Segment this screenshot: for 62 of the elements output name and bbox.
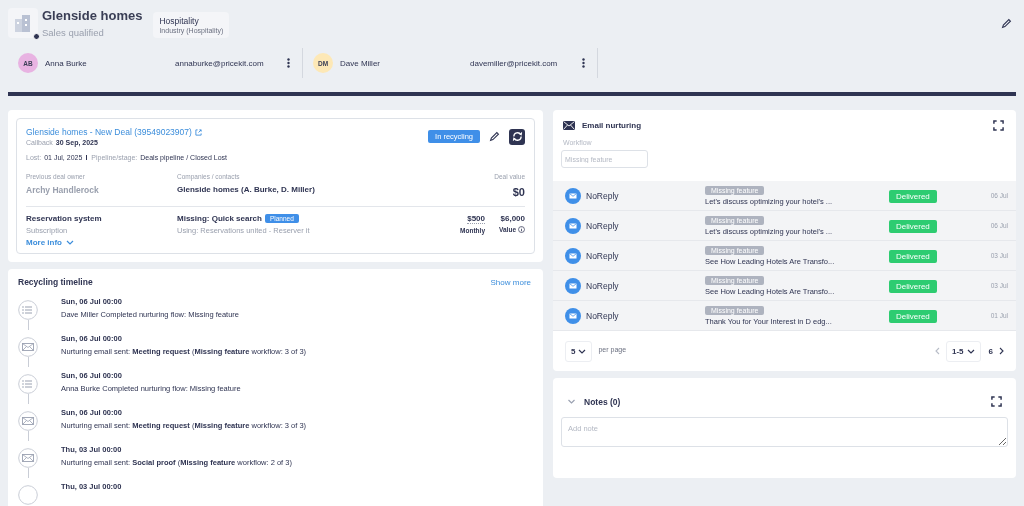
next-page-button[interactable] (999, 347, 1004, 355)
mail-icon (565, 217, 581, 234)
chevron-down-icon (567, 399, 576, 404)
refresh-icon (511, 131, 523, 142)
more-info-link[interactable]: More info (26, 238, 74, 247)
status-badge: Delivered (889, 189, 937, 203)
company-name: Glenside homes (42, 8, 143, 23)
expand-icon (993, 119, 1004, 131)
contact-email: annaburke@pricekit.com (175, 58, 265, 68)
envelope-icon (563, 120, 575, 130)
expand-button[interactable] (993, 119, 1004, 131)
panel-title: Email nurturing (582, 120, 642, 130)
sender-name: NoReply (586, 220, 619, 231)
status-badge: Delivered (889, 279, 937, 293)
chevron-down-icon (966, 348, 975, 354)
status-badge: Delivered (889, 309, 937, 323)
panel-title: Recycling timeline (18, 277, 93, 287)
monthly-price: $500 (467, 214, 485, 224)
sender-name: NoReply (586, 280, 619, 291)
mail-icon (565, 187, 581, 204)
mail-icon (565, 277, 581, 294)
previous-owner: Archy Handlerock (26, 185, 100, 195)
recycle-button[interactable] (509, 128, 525, 145)
sender-name: NoReply (586, 250, 619, 261)
chevron-right-icon (999, 347, 1004, 355)
sender-name: NoReply (586, 190, 619, 201)
status-badge: Delivered (889, 249, 937, 263)
mail-icon (565, 307, 581, 324)
pencil-icon (489, 131, 500, 142)
edit-button[interactable] (489, 131, 500, 142)
more-button[interactable] (287, 58, 290, 68)
deal-value: $0 (511, 186, 525, 198)
companies-contacts: Glenside homes (A. Burke, D. Miller) (177, 185, 316, 194)
info-icon (518, 226, 525, 233)
kebab-icon (582, 58, 585, 68)
deal-link[interactable]: Glenside homes - New Deal (39549023907) (26, 127, 202, 137)
mail-icon (565, 247, 581, 264)
more-button[interactable] (582, 58, 585, 68)
expand-button[interactable] (991, 396, 1002, 407)
per-page-select[interactable]: 5 (565, 340, 593, 362)
status-badge: Delivered (889, 219, 937, 233)
expand-icon (991, 396, 1002, 407)
contact-name: Anna Burke (45, 58, 88, 68)
contact-name: Dave Miller (340, 58, 381, 68)
chevron-left-icon (935, 347, 940, 355)
product-name: Reservation system (26, 214, 103, 223)
kebab-icon (287, 58, 290, 68)
show-more-link[interactable]: Show more (490, 277, 531, 287)
sender-name: NoReply (586, 310, 619, 321)
page-range-select[interactable]: 1-5 (946, 340, 981, 362)
edit-button[interactable] (1001, 18, 1012, 29)
industry-title: Hospitality (159, 16, 200, 26)
panel-title: Notes (0) (584, 396, 621, 407)
external-link-icon (194, 128, 202, 136)
contact-email: davemiller@pricekit.com (470, 58, 559, 68)
pencil-icon (1001, 18, 1012, 29)
chevron-down-icon (578, 348, 587, 354)
total-value: $6,000 (500, 214, 525, 223)
company-stage: Sales qualified (42, 27, 105, 38)
total-count: 6 (988, 346, 993, 356)
missing-feature: Missing: Quick search (177, 214, 262, 223)
chevron-down-icon (66, 240, 74, 245)
